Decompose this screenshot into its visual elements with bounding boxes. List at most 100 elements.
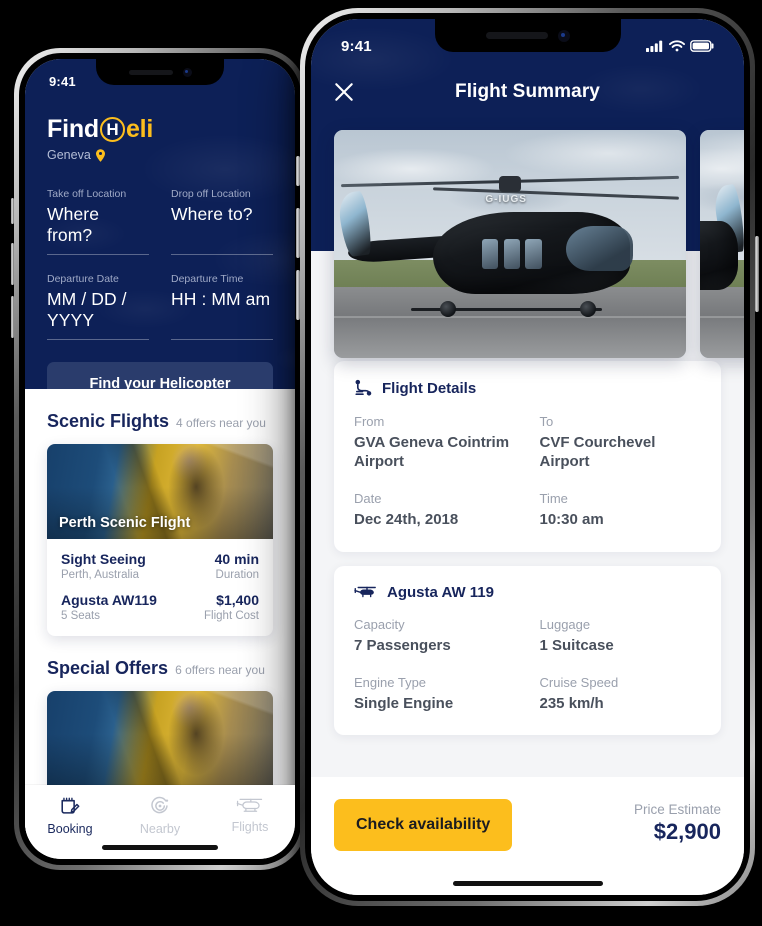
- dropoff-location-label: Drop off Location: [171, 188, 251, 200]
- radar-icon: [151, 796, 169, 814]
- flight-detail-to-label: To: [539, 414, 554, 429]
- helicopter-photo-card-next[interactable]: [700, 130, 744, 358]
- section-title: Scenic Flights: [47, 411, 170, 431]
- flight-details-card: Flight Details From GVA Geneva Cointrim …: [334, 361, 721, 552]
- flight-summary-footer: Check availability Price Estimate $2,900: [311, 777, 744, 895]
- flight-detail-time: Time 10:30 am: [540, 491, 702, 529]
- dropoff-location-input[interactable]: Where to?: [171, 204, 273, 225]
- price-estimate: Price Estimate $2,900: [634, 799, 721, 845]
- spec-luggage: Luggage 1 Suitcase: [540, 617, 702, 655]
- flight-detail-date: Date Dec 24th, 2018: [354, 491, 516, 529]
- departure-time-label: Departure Time: [171, 273, 244, 285]
- photo-tarmac: [700, 287, 744, 358]
- front-camera-icon: [557, 29, 570, 42]
- left-phone-device: 9:41 Find H eli Geneva Take off Location…: [11, 48, 309, 870]
- spec-capacity-label: Capacity: [354, 616, 405, 632]
- takeoff-location-field[interactable]: Take off Location Where from?: [47, 188, 149, 255]
- offer-tour-location: Perth, Australia: [61, 569, 139, 581]
- tab-booking[interactable]: Booking: [25, 795, 115, 836]
- nav-bar: Flight Summary: [311, 63, 744, 121]
- route-pin-icon: [355, 379, 372, 396]
- left-phone-bezel: 9:41 Find H eli Geneva Take off Location…: [19, 53, 301, 865]
- tab-flights-label: Flights: [231, 820, 269, 834]
- offer-card-perth-scenic-flight[interactable]: Perth Scenic Flight Sight Seeing Perth, …: [47, 444, 273, 636]
- spec-cruise-speed-value: 235 km/h: [539, 694, 604, 712]
- tab-booking-label: Booking: [47, 822, 93, 836]
- offer-duration-label: Duration: [215, 569, 259, 581]
- photo-rotor-hub: [499, 175, 522, 192]
- tab-nearby-label: Nearby: [139, 822, 181, 836]
- flight-detail-from-value: GVA Geneva Cointrim Airport: [354, 434, 510, 471]
- left-phone-volume-down-button[interactable]: [11, 296, 14, 338]
- spec-cruise-speed: Cruise Speed 235 km/h: [540, 675, 702, 713]
- section-title: Special Offers: [47, 658, 169, 678]
- photo-wheel: [439, 301, 456, 317]
- flight-details-title: Flight Details: [382, 380, 477, 397]
- right-phone-volume-down-button[interactable]: [296, 270, 300, 320]
- offer-price-label: Flight Cost: [204, 610, 259, 622]
- departure-time-field[interactable]: Departure Time HH : MM am: [171, 273, 273, 340]
- logo-text-find: Find: [47, 115, 99, 143]
- right-phone-mute-switch[interactable]: [296, 156, 300, 186]
- check-availability-button[interactable]: Check availability: [334, 799, 513, 851]
- helicopter-icon: [354, 586, 376, 598]
- right-phone-notch: [434, 19, 621, 52]
- dropoff-location-field[interactable]: Drop off Location Where to?: [171, 188, 273, 255]
- tab-flights[interactable]: Flights: [205, 795, 295, 834]
- app-logo: Find H eli: [47, 115, 273, 144]
- aircraft-specs-card: Agusta AW 119 Capacity 7 Passengers Lugg…: [334, 565, 721, 735]
- offer-duration-value: 40 min: [214, 551, 259, 567]
- takeoff-location-label: Take off Location: [47, 188, 127, 200]
- offer-card-photo-title: Perth Scenic Flight: [59, 515, 191, 531]
- spec-engine-type: Engine Type Single Engine: [354, 675, 516, 713]
- flight-detail-date-label: Date: [354, 491, 382, 507]
- right-phone-screen: 9:41 Flight Summary G-IUGS Flight Detail…: [311, 19, 744, 895]
- departure-date-input[interactable]: MM / DD / YYYY: [47, 289, 149, 331]
- offer-card-row-aircraft: Agusta AW119 5 Seats $1,400 Flight Cost: [61, 592, 259, 622]
- spec-luggage-value: 1 Suitcase: [539, 636, 614, 654]
- right-phone-power-button[interactable]: [755, 236, 759, 312]
- right-phone-volume-up-button[interactable]: [296, 208, 300, 258]
- current-city[interactable]: Geneva: [47, 148, 273, 162]
- flight-detail-date-value: Dec 24th, 2018: [354, 511, 459, 529]
- photo-window: [481, 239, 499, 270]
- screenshot-stage: 9:41 Find H eli Geneva Take off Location…: [0, 0, 762, 926]
- flight-details-grid: From GVA Geneva Cointrim Airport To CVF …: [354, 414, 701, 530]
- logo-badge-h: H: [99, 117, 125, 142]
- departure-time-input[interactable]: HH : MM am: [171, 289, 273, 310]
- left-phone-screen: 9:41 Find H eli Geneva Take off Location…: [25, 59, 295, 859]
- price-estimate-value: $2,900: [653, 819, 721, 844]
- location-pin-icon: [95, 148, 105, 162]
- helicopter-photo: G-IUGS: [334, 130, 686, 358]
- calendar-edit-icon: [61, 797, 80, 814]
- photo-tarmac: [334, 287, 686, 358]
- flight-detail-from: From GVA Geneva Cointrim Airport: [354, 414, 516, 471]
- takeoff-location-input[interactable]: Where from?: [47, 204, 149, 246]
- departure-date-field[interactable]: Departure Date MM / DD / YYYY: [47, 273, 149, 340]
- aircraft-specs-title: Agusta AW 119: [387, 583, 494, 601]
- spec-luggage-label: Luggage: [539, 616, 591, 632]
- offer-card-photo: [47, 691, 273, 786]
- earpiece-speaker: [128, 69, 173, 75]
- earpiece-speaker: [485, 32, 548, 39]
- helicopter-photo: [700, 130, 744, 358]
- flight-detail-time-value: 10:30 am: [539, 511, 604, 529]
- close-icon[interactable]: [333, 81, 355, 103]
- photo-carousel[interactable]: G-IUGS: [334, 130, 744, 358]
- right-phone-home-indicator[interactable]: [452, 881, 603, 886]
- left-phone-notch: [96, 59, 224, 85]
- helicopter-photo-card[interactable]: G-IUGS: [334, 130, 686, 358]
- price-estimate-label: Price Estimate: [633, 802, 721, 817]
- find-helicopter-button[interactable]: Find your Helicopter: [47, 362, 273, 389]
- left-phone-mute-switch[interactable]: [11, 198, 14, 224]
- section-header-scenic-flights: Scenic Flights 4 offers near you: [47, 389, 273, 444]
- left-phone-volume-up-button[interactable]: [11, 243, 14, 285]
- spec-cruise-speed-label: Cruise Speed: [539, 674, 619, 690]
- tab-nearby[interactable]: Nearby: [115, 795, 205, 836]
- photo-tail-number: G-IUGS: [485, 193, 527, 205]
- search-form: Take off Location Where from? Drop off L…: [47, 188, 273, 358]
- left-phone-home-indicator[interactable]: [102, 845, 218, 850]
- spec-capacity: Capacity 7 Passengers: [354, 617, 516, 655]
- page-title: Flight Summary: [455, 81, 600, 102]
- right-phone-bezel: 9:41 Flight Summary G-IUGS Flight Detail…: [305, 13, 750, 901]
